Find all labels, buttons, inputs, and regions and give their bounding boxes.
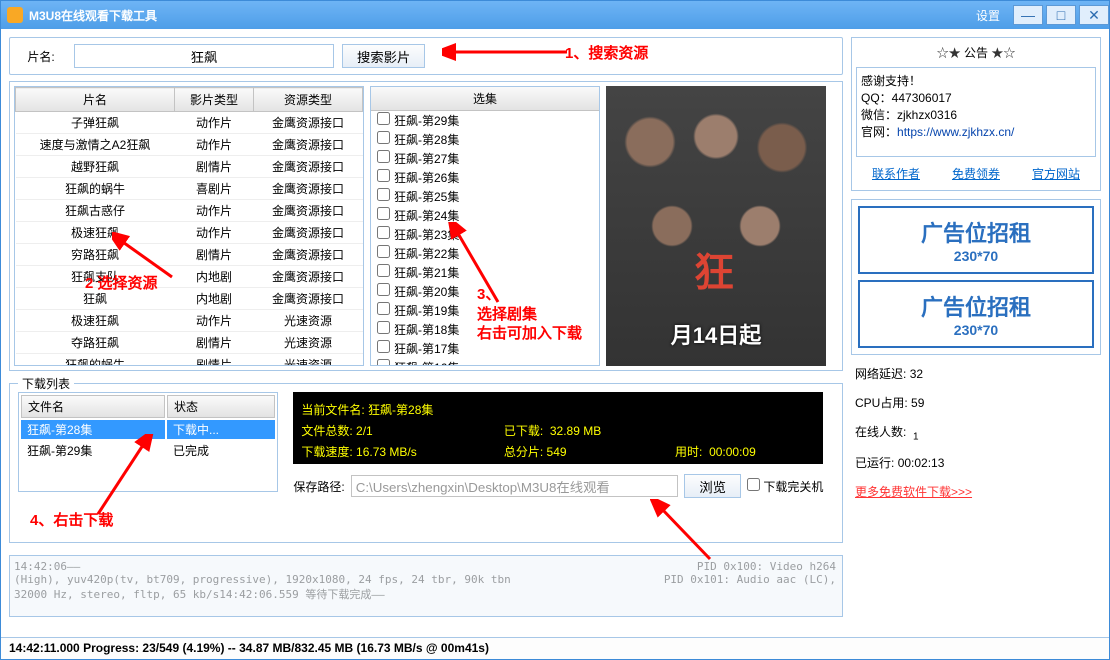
table-row[interactable]: 越野狂飙剧情片金鹰资源接口 bbox=[16, 156, 363, 178]
episodes-header: 选集 bbox=[371, 87, 599, 111]
table-row[interactable]: 极速狂飙动作片光速资源 bbox=[16, 310, 363, 332]
download-info: 当前文件名: 狂飙-第28集 文件总数: 2/1已下载: 32.89 MB 下载… bbox=[293, 392, 823, 464]
episode-item[interactable]: 狂飙-第25集 bbox=[371, 187, 599, 206]
more-software-link[interactable]: 更多免费软件下载>>> bbox=[855, 485, 972, 499]
episode-item[interactable]: 狂飙-第22集 bbox=[371, 244, 599, 263]
poster-logo: 狂 bbox=[694, 240, 734, 298]
save-path-label: 保存路径: bbox=[293, 478, 344, 495]
episode-checkbox[interactable] bbox=[377, 188, 390, 201]
episode-checkbox[interactable] bbox=[377, 359, 390, 366]
notice-body: 感谢支持！ QQ：447306017 微信：zjkhzx0316 官网：http… bbox=[856, 67, 1096, 157]
annotation-2: 2 选择资源 bbox=[85, 272, 158, 293]
episode-checkbox[interactable] bbox=[377, 340, 390, 353]
notice-title: ☆★ 公告 ★☆ bbox=[856, 42, 1096, 63]
episode-item[interactable]: 狂飙-第24集 bbox=[371, 206, 599, 225]
table-row[interactable]: 狂飙的蜗牛喜剧片金鹰资源接口 bbox=[16, 178, 363, 200]
film-name-label: 片名: bbox=[16, 48, 66, 65]
stat-cpu: CPU占用: 59 bbox=[851, 392, 1101, 413]
episode-checkbox[interactable] bbox=[377, 245, 390, 258]
episode-checkbox[interactable] bbox=[377, 169, 390, 182]
episode-item[interactable]: 狂飙-第27集 bbox=[371, 149, 599, 168]
stat-delay: 网络延迟: 32 bbox=[851, 363, 1101, 384]
table-row[interactable]: 狂飙古惑仔动作片金鹰资源接口 bbox=[16, 200, 363, 222]
episode-checkbox[interactable] bbox=[377, 150, 390, 163]
episode-checkbox[interactable] bbox=[377, 131, 390, 144]
episode-checkbox[interactable] bbox=[377, 207, 390, 220]
download-group-label: 下载列表 bbox=[18, 375, 74, 392]
episode-checkbox[interactable] bbox=[377, 283, 390, 296]
close-button[interactable]: ✕ bbox=[1079, 5, 1109, 25]
table-row[interactable]: 穷路狂飙剧情片金鹰资源接口 bbox=[16, 244, 363, 266]
table-row[interactable]: 极速狂飙动作片金鹰资源接口 bbox=[16, 222, 363, 244]
table-row[interactable]: 狂飙内地剧金鹰资源接口 bbox=[16, 288, 363, 310]
free-coupon-link[interactable]: 免费领券 bbox=[952, 165, 1000, 182]
stat-online: 在线人数: 1 bbox=[851, 421, 1101, 444]
poster-date: 月14日起 bbox=[606, 318, 826, 350]
contact-author-link[interactable]: 联系作者 bbox=[872, 165, 920, 182]
notice-panel: ☆★ 公告 ★☆ 感谢支持！ QQ：447306017 微信：zjkhzx031… bbox=[851, 37, 1101, 191]
episode-item[interactable]: 狂飙-第29集 bbox=[371, 111, 599, 130]
results-header[interactable]: 资源类型 bbox=[254, 88, 363, 112]
episode-checkbox[interactable] bbox=[377, 226, 390, 239]
titlebar: M3U8在线观看下载工具 设置 — □ ✕ bbox=[1, 1, 1109, 29]
download-header[interactable]: 文件名 bbox=[21, 395, 165, 418]
stat-runtime: 已运行: 00:02:13 bbox=[851, 452, 1101, 473]
annotation-1: 1、搜索资源 bbox=[565, 42, 648, 63]
minimize-button[interactable]: — bbox=[1013, 5, 1043, 25]
download-row[interactable]: 狂飙-第28集下载中... bbox=[21, 420, 275, 439]
episode-checkbox[interactable] bbox=[377, 321, 390, 334]
download-row[interactable]: 狂飙-第29集已完成 bbox=[21, 441, 275, 460]
annotation-4: 4、右击下载 bbox=[30, 509, 113, 530]
annotation-3: 3、 选择剧集 右击可加入下载 bbox=[477, 285, 582, 344]
official-site-link[interactable]: 官方网站 bbox=[1032, 165, 1080, 182]
table-row[interactable]: 夺路狂飙剧情片光速资源 bbox=[16, 332, 363, 354]
episode-checkbox[interactable] bbox=[377, 302, 390, 315]
download-header[interactable]: 状态 bbox=[167, 395, 275, 418]
episode-checkbox[interactable] bbox=[377, 264, 390, 277]
table-row[interactable]: 狂飙的蜗牛剧情片光速资源 bbox=[16, 354, 363, 367]
results-header[interactable]: 影片类型 bbox=[175, 88, 254, 112]
table-row[interactable]: 速度与激情之A2狂飙动作片金鹰资源接口 bbox=[16, 134, 363, 156]
official-url-link[interactable]: https://www.zjkhzx.cn/ bbox=[897, 125, 1014, 139]
search-button[interactable]: 搜索影片 bbox=[342, 44, 425, 68]
episode-item[interactable]: 狂飙-第21集 bbox=[371, 263, 599, 282]
download-list[interactable]: 文件名状态狂飙-第28集下载中... 狂飙-第29集已完成 bbox=[18, 392, 278, 492]
ad-slot-2[interactable]: 广告位招租 230*70 bbox=[858, 280, 1094, 348]
statusbar: 14:42:11.000 Progress: 23/549 (4.19%) --… bbox=[1, 637, 1109, 659]
episode-item[interactable]: 狂飙-第26集 bbox=[371, 168, 599, 187]
film-name-input[interactable] bbox=[74, 44, 334, 68]
shutdown-checkbox-label[interactable]: 下载完关机 bbox=[747, 478, 823, 495]
episode-item[interactable]: 狂飙-第23集 bbox=[371, 225, 599, 244]
results-panel: 片名影片类型资源类型子弹狂飙动作片金鹰资源接口速度与激情之A2狂飙动作片金鹰资源… bbox=[9, 81, 843, 371]
episode-item[interactable]: 狂飙-第28集 bbox=[371, 130, 599, 149]
episode-checkbox[interactable] bbox=[377, 112, 390, 125]
shutdown-checkbox[interactable] bbox=[747, 478, 760, 491]
log-box: 14:42:06—— (High), yuv420p(tv, bt709, pr… bbox=[9, 555, 843, 617]
browse-button[interactable]: 浏览 bbox=[684, 474, 741, 498]
app-icon bbox=[7, 7, 23, 23]
results-table-box[interactable]: 片名影片类型资源类型子弹狂飙动作片金鹰资源接口速度与激情之A2狂飙动作片金鹰资源… bbox=[14, 86, 364, 366]
episode-item[interactable]: 狂飙-第16集 bbox=[371, 358, 599, 366]
settings-link[interactable]: 设置 bbox=[976, 7, 1000, 24]
ad-slot-1[interactable]: 广告位招租 230*70 bbox=[858, 206, 1094, 274]
table-row[interactable]: 子弹狂飙动作片金鹰资源接口 bbox=[16, 112, 363, 134]
poster-image: 狂 月14日起 bbox=[606, 86, 826, 366]
results-header[interactable]: 片名 bbox=[16, 88, 175, 112]
download-group: 下载列表 文件名状态狂飙-第28集下载中...狂飙-第29集已完成 当前文件名:… bbox=[9, 383, 843, 543]
search-panel: 片名: 搜索影片 1、搜索资源 bbox=[9, 37, 843, 75]
table-row[interactable]: 狂飙支队内地剧金鹰资源接口 bbox=[16, 266, 363, 288]
window-title: M3U8在线观看下载工具 bbox=[29, 7, 976, 24]
save-path-input[interactable] bbox=[351, 475, 679, 497]
maximize-button[interactable]: □ bbox=[1046, 5, 1076, 25]
